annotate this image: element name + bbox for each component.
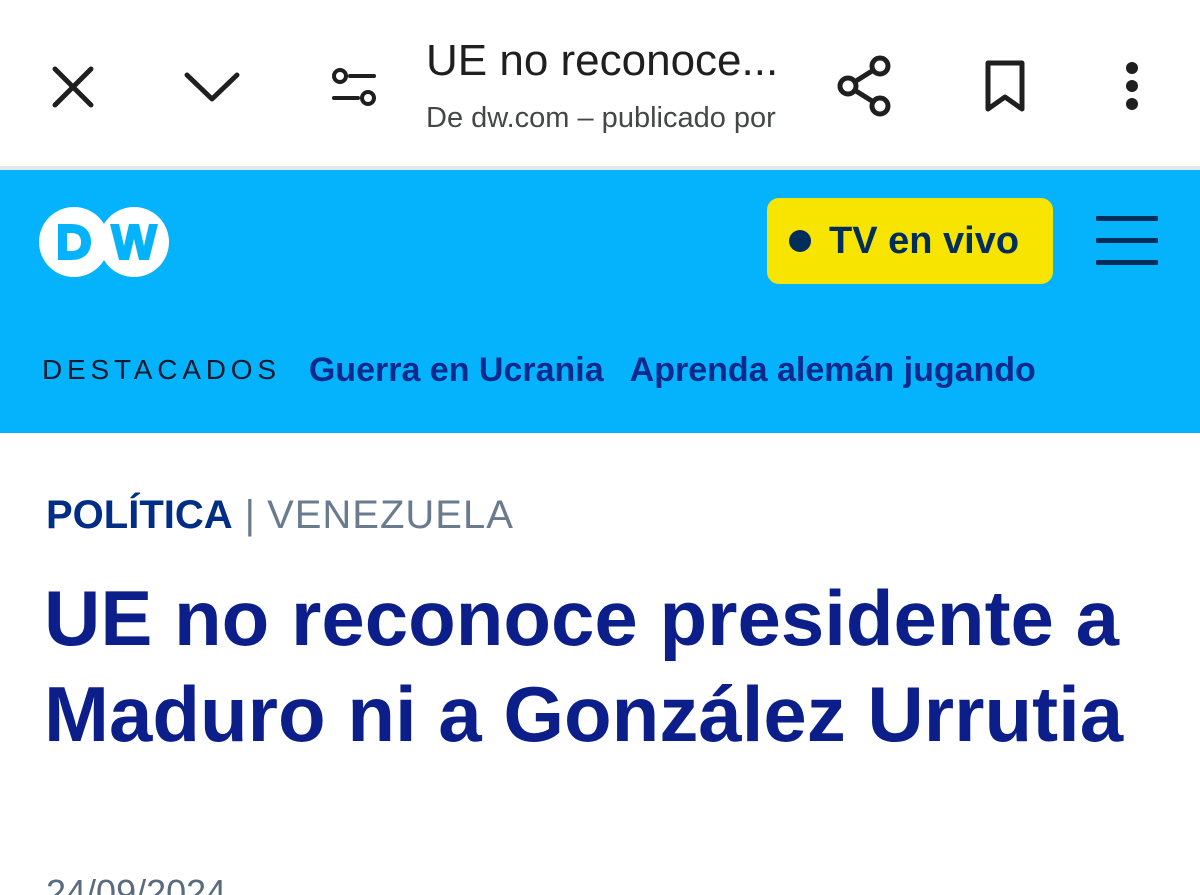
page-settings-button[interactable] (318, 52, 390, 122)
share-icon (837, 55, 891, 117)
dw-logo-icon (39, 207, 169, 277)
more-options-button[interactable] (1104, 50, 1160, 122)
highlights-label: DESTACADOS (42, 354, 281, 385)
page-title: UE no reconoce... (426, 36, 779, 85)
menu-icon-bar (1096, 238, 1158, 243)
bookmark-icon (985, 60, 1025, 112)
tune-icon (332, 68, 376, 106)
live-dot-icon (789, 230, 811, 252)
site-header: TV en vivo DESTACADOS Guerra en Ucrania … (0, 170, 1200, 433)
more-vert-icon (1126, 62, 1138, 110)
highlight-link-learn-german[interactable]: Aprenda alemán jugando (630, 351, 1036, 390)
browser-toolbar: UE no reconoce... De dw.com – publicado … (0, 0, 1200, 166)
menu-button[interactable] (1096, 214, 1158, 268)
close-button[interactable] (38, 52, 108, 122)
bookmark-button[interactable] (970, 50, 1040, 122)
dw-logo[interactable] (38, 206, 170, 278)
share-button[interactable] (826, 50, 902, 122)
kicker-separator: | (244, 492, 256, 537)
menu-icon (1096, 216, 1158, 221)
live-tv-button[interactable]: TV en vivo (767, 198, 1053, 284)
collapse-button[interactable] (176, 52, 248, 122)
subcategory-label: VENEZUELA (267, 492, 514, 537)
article-date: 24/09/2024 (46, 872, 227, 895)
highlight-link-ukraine[interactable]: Guerra en Ucrania (309, 351, 604, 390)
article-headline: UE no reconoce presidente a Maduro ni a … (44, 574, 1124, 758)
live-tv-label: TV en vivo (829, 219, 1020, 262)
close-icon (52, 66, 94, 108)
menu-icon-bar (1096, 260, 1158, 265)
chevron-down-icon (184, 72, 240, 102)
category-link[interactable]: POLÍTICA (46, 493, 233, 538)
title-block[interactable]: UE no reconoce... De dw.com – publicado … (426, 34, 806, 136)
highlights-bar: DESTACADOS Guerra en Ucrania Aprenda ale… (42, 348, 1062, 392)
page-source: De dw.com – publicado por (426, 102, 776, 134)
article-kicker: POLÍTICA | VENEZUELA (46, 490, 514, 540)
